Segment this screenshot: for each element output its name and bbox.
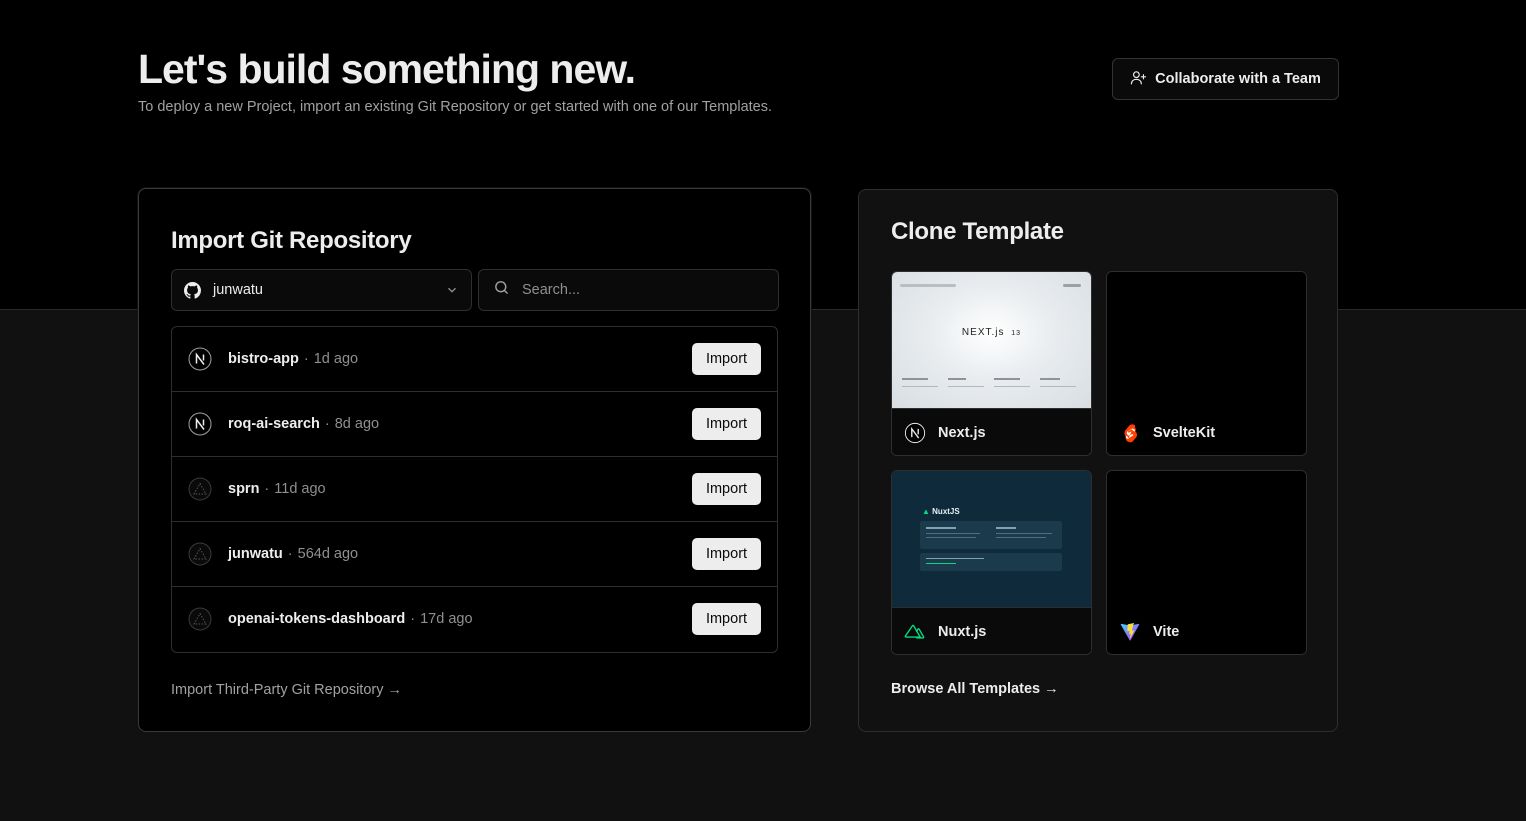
- import-button[interactable]: Import: [692, 538, 761, 570]
- repo-search-box: [478, 269, 779, 311]
- nextjs-icon: [188, 347, 212, 371]
- repo-row: sprn · 11d ago Import: [172, 457, 777, 522]
- template-footer: Next.js: [892, 408, 1091, 455]
- import-button[interactable]: Import: [692, 343, 761, 375]
- separator: ·: [303, 351, 309, 367]
- repo-name: junwatu: [228, 546, 283, 562]
- repo-row: bistro-app · 1d ago Import: [172, 327, 777, 392]
- collaborate-team-label: Collaborate with a Team: [1155, 71, 1321, 87]
- repo-name: openai-tokens-dashboard: [228, 611, 406, 627]
- page-title: Let's build something new.: [138, 46, 636, 92]
- repo-row: junwatu · 564d ago Import: [172, 522, 777, 587]
- separator: ·: [264, 481, 270, 497]
- separator: ·: [287, 546, 293, 562]
- nuxt-icon: [904, 621, 926, 643]
- template-vite[interactable]: Vite: [1106, 470, 1307, 655]
- add-user-icon: [1130, 69, 1147, 90]
- template-name: Vite: [1153, 623, 1180, 640]
- import-card-title: Import Git Repository: [171, 227, 412, 254]
- repo-age: 17d ago: [420, 611, 473, 627]
- nextjs-preview-image: NEXT.js 13: [892, 272, 1091, 408]
- nuxtjs-preview-logo: NuxtJS: [932, 507, 960, 516]
- github-icon: [184, 281, 201, 299]
- repo-age: 8d ago: [334, 416, 380, 432]
- clone-template-card: Clone Template NEXT.js 13 Next.js Svelte…: [858, 189, 1338, 732]
- import-git-repository-card: Import Git Repository junwatu bistro-app…: [138, 188, 811, 732]
- repo-name: sprn: [228, 481, 260, 497]
- template-footer: Nuxt.js: [892, 607, 1091, 654]
- repo-name: roq-ai-search: [228, 416, 320, 432]
- nuxtjs-preview-image: ▲ NuxtJS: [892, 471, 1091, 607]
- browse-all-templates-link[interactable]: Browse All Templates →: [891, 681, 1059, 697]
- import-button[interactable]: Import: [692, 603, 761, 635]
- template-name: Next.js: [938, 425, 986, 441]
- separator: ·: [324, 416, 330, 432]
- repo-row: roq-ai-search · 8d ago Import: [172, 392, 777, 457]
- import-third-party-link[interactable]: Import Third-Party Git Repository →: [171, 682, 402, 698]
- import-button[interactable]: Import: [692, 408, 761, 440]
- nextjs-preview-logo: NEXT.js: [961, 327, 1005, 338]
- template-nuxtjs[interactable]: ▲ NuxtJS Nuxt.js: [891, 470, 1092, 655]
- repo-row: openai-tokens-dashboard · 17d ago Import: [172, 587, 777, 651]
- nextjs-icon: [188, 412, 212, 436]
- svelte-icon: [1119, 422, 1141, 444]
- import-button[interactable]: Import: [692, 473, 761, 505]
- vercel-triangle-icon: [188, 477, 212, 501]
- nextjs-icon: [904, 422, 926, 444]
- repo-search-input[interactable]: [522, 282, 764, 298]
- repo-age: 1d ago: [313, 351, 359, 367]
- template-sveltekit[interactable]: SvelteKit: [1106, 271, 1307, 456]
- vite-icon: [1119, 621, 1141, 643]
- vercel-triangle-icon: [188, 607, 212, 631]
- collaborate-team-button[interactable]: Collaborate with a Team: [1112, 58, 1339, 100]
- search-icon: [493, 279, 522, 301]
- clone-card-title: Clone Template: [891, 218, 1064, 245]
- repo-name: bistro-app: [228, 351, 299, 367]
- template-name: SvelteKit: [1153, 424, 1216, 441]
- chevron-down-icon: [445, 283, 459, 297]
- repo-age: 564d ago: [297, 546, 359, 562]
- template-footer: SvelteKit: [1107, 408, 1306, 455]
- template-footer: Vite: [1107, 607, 1306, 654]
- repo-list: bistro-app · 1d ago Import roq-ai-search…: [171, 326, 778, 653]
- sveltekit-preview-image: [1107, 272, 1306, 408]
- page-subtitle: To deploy a new Project, import an exist…: [138, 99, 773, 115]
- template-name: Nuxt.js: [938, 624, 987, 640]
- nextjs-preview-version: 13: [1011, 330, 1022, 337]
- vite-preview-image: [1107, 471, 1306, 607]
- separator: ·: [410, 611, 416, 627]
- git-scope-select[interactable]: junwatu: [171, 269, 472, 311]
- repo-age: 11d ago: [274, 481, 326, 497]
- git-scope-value: junwatu: [213, 282, 263, 298]
- vercel-triangle-icon: [188, 542, 212, 566]
- template-nextjs[interactable]: NEXT.js 13 Next.js: [891, 271, 1092, 456]
